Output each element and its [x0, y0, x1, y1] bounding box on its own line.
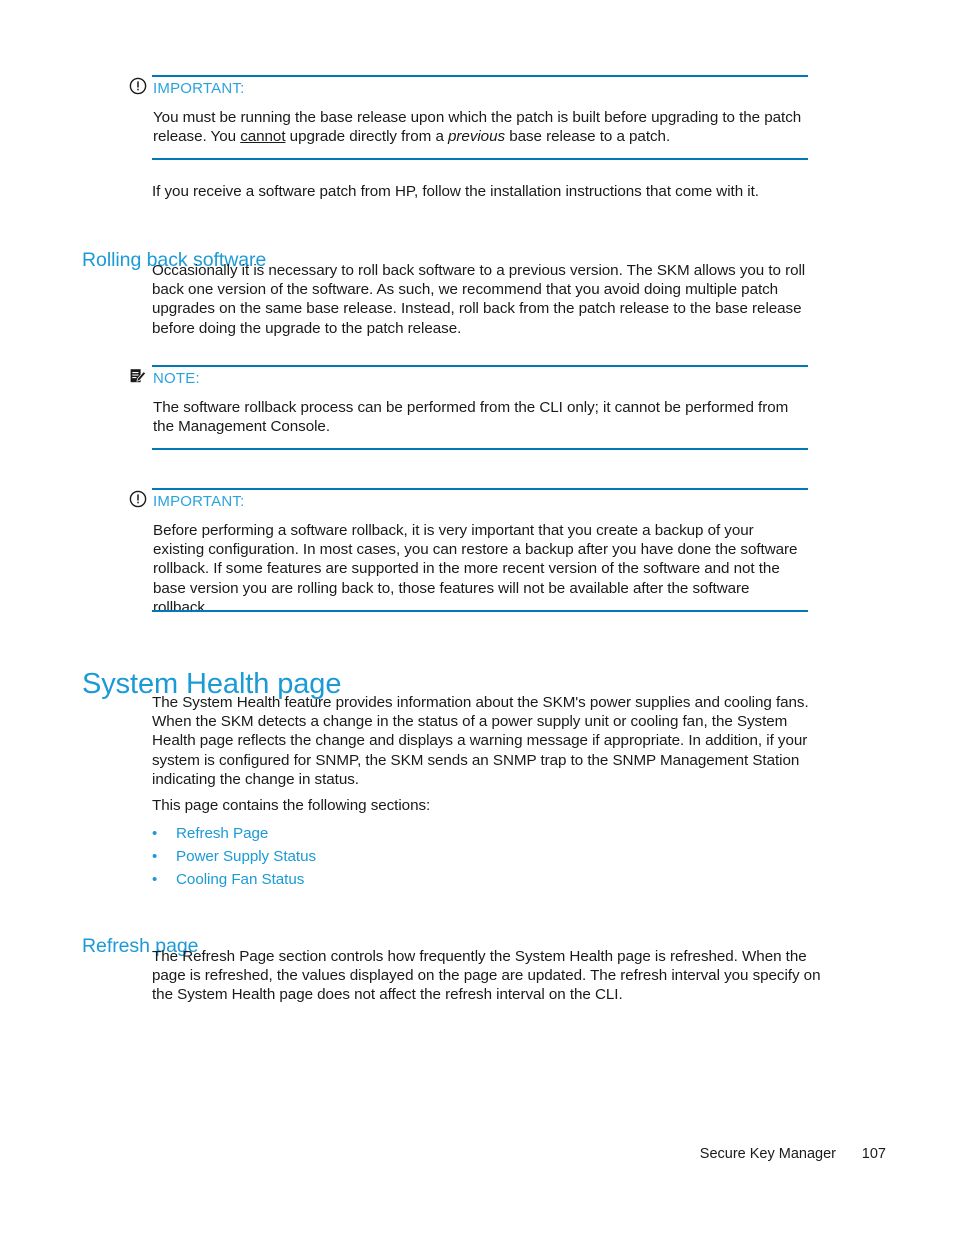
bullet-icon: • [152, 848, 158, 865]
section-links-list: • Refresh Page • Power Supply Status • C… [152, 823, 652, 892]
paragraph-system-health: The System Health feature provides infor… [152, 694, 809, 788]
paragraph-refresh-page: The Refresh Page section controls how fr… [152, 948, 821, 1004]
admonition-label: IMPORTANT: [153, 80, 245, 97]
admonition-body: Before performing a software rollback, i… [153, 522, 798, 616]
footer-page-number: 107 [861, 1146, 886, 1162]
admonition-rule-bottom [152, 158, 808, 160]
admonition-label: IMPORTANT: [153, 493, 245, 510]
admonition-important-patch: IMPORTANT: You must be running the base … [128, 74, 808, 160]
note-pencil-icon [128, 366, 148, 386]
admonition-header: IMPORTANT: [128, 487, 808, 513]
paragraph-patch-followup: If you receive a software patch from HP,… [152, 183, 759, 200]
admonition-rule-bottom [152, 610, 808, 612]
admonition-rule-top [152, 75, 808, 77]
bullet-icon: • [152, 825, 158, 842]
document-page: IMPORTANT: You must be running the base … [0, 0, 954, 1235]
link-cooling-fan-status[interactable]: Cooling Fan Status [176, 869, 304, 891]
admonition-label: NOTE: [153, 370, 200, 387]
admonition-text-previous: previous [448, 128, 506, 146]
footer-document-title: Secure Key Manager [699, 1146, 836, 1162]
page-footer: Secure Key Manager 107 [0, 1144, 954, 1166]
admonition-rule-top [152, 488, 808, 490]
admonition-note-rollback: NOTE: The software rollback process can … [128, 364, 808, 450]
exclamation-circle-icon [128, 76, 148, 96]
admonition-text-part-3: base release to a patch. [505, 128, 671, 146]
paragraph-sections-intro: This page contains the following section… [152, 797, 431, 814]
admonition-important-backup: IMPORTANT: Before performing a software … [128, 487, 808, 617]
admonition-rule-bottom [152, 448, 808, 450]
list-item[interactable]: • Refresh Page [152, 823, 652, 846]
list-item[interactable]: • Power Supply Status [152, 846, 652, 869]
admonition-body: The software rollback process can be per… [153, 399, 789, 436]
bullet-icon: • [152, 871, 158, 888]
list-item[interactable]: • Cooling Fan Status [152, 869, 652, 892]
exclamation-circle-icon [128, 489, 148, 509]
admonition-text-cannot: cannot [240, 128, 286, 146]
admonition-header: IMPORTANT: [128, 74, 808, 100]
link-refresh-page[interactable]: Refresh Page [176, 823, 268, 845]
admonition-body: You must be running the base release upo… [153, 108, 803, 146]
link-power-supply-status[interactable]: Power Supply Status [176, 846, 316, 868]
admonition-rule-top [152, 365, 808, 367]
admonition-header: NOTE: [128, 364, 808, 390]
paragraph-rolling-back: Occasionally it is necessary to roll bac… [152, 262, 806, 337]
admonition-text-part-2: upgrade directly from a [285, 128, 449, 146]
